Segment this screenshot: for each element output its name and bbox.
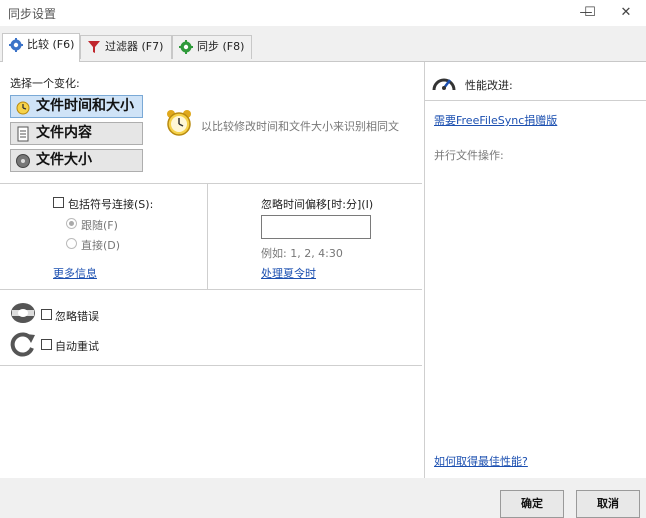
tab-bar: 比较 (F6) 过滤器 (F7) 同步 (F8)	[0, 33, 646, 62]
auto-retry-checkbox[interactable]	[41, 339, 52, 350]
time-shift-example: 例如: 1, 2, 4:30	[261, 247, 343, 260]
auto-retry-icon	[10, 332, 35, 357]
variant-time-size-label: 文件时间和大小	[36, 98, 134, 114]
time-shift-input[interactable]	[261, 215, 371, 239]
parallel-operations-label: 并行文件操作:	[434, 149, 504, 162]
divider	[0, 365, 422, 366]
performance-panel: 性能改进: 需要FreeFileSync捐赠版 并行文件操作: 如何取得最佳性能…	[424, 62, 646, 479]
button-bar: 确定 取消	[0, 478, 646, 518]
divider	[207, 183, 208, 289]
ignore-errors-label: 忽略错误	[55, 310, 99, 323]
more-info-link[interactable]: 更多信息	[53, 265, 97, 281]
tab-compare-label: 比较 (F6)	[27, 38, 75, 51]
ignore-errors-icon	[11, 303, 35, 323]
variant-size-label: 文件大小	[36, 152, 92, 168]
symlink-label: 包括符号连接(S):	[68, 198, 154, 211]
filter-icon	[88, 41, 100, 53]
donation-edition-link[interactable]: 需要FreeFileSync捐赠版	[434, 112, 557, 128]
time-shift-label: 忽略时间偏移[时:分](I)	[261, 198, 374, 211]
ignore-errors-checkbox[interactable]	[41, 309, 52, 320]
alarm-clock-icon	[167, 110, 191, 136]
dst-link[interactable]: 处理夏令时	[261, 265, 316, 281]
document-icon	[17, 126, 29, 142]
title-bar: 同步设置 — ☐ ✕	[0, 0, 646, 26]
tab-sync[interactable]: 同步 (F8)	[172, 35, 252, 59]
window-title: 同步设置	[8, 7, 57, 21]
divider	[425, 100, 646, 101]
tab-filter[interactable]: 过滤器 (F7)	[80, 35, 172, 59]
speedometer-icon	[432, 78, 456, 91]
best-performance-link[interactable]: 如何取得最佳性能?	[434, 453, 528, 469]
variant-content-button[interactable]: 文件内容	[10, 122, 143, 145]
direct-radio[interactable]	[66, 238, 77, 249]
variant-content-label: 文件内容	[36, 125, 92, 141]
variant-size-button[interactable]: 文件大小	[10, 149, 143, 172]
tab-compare[interactable]: 比较 (F6)	[2, 33, 80, 62]
divider	[0, 289, 422, 290]
compare-settings: 选择一个变化: 文件时间和大小 文件内容 文件大小 以比较修改时间和文件大小来识…	[0, 62, 422, 479]
close-button[interactable]: ✕	[606, 0, 646, 26]
ok-button[interactable]: 确定	[500, 490, 564, 518]
disk-icon	[16, 154, 30, 168]
variant-heading: 选择一个变化:	[10, 77, 80, 90]
follow-label: 跟随(F)	[81, 219, 118, 232]
divider	[0, 183, 422, 184]
symlink-checkbox[interactable]	[53, 197, 64, 208]
follow-radio[interactable]	[66, 218, 77, 229]
performance-heading: 性能改进:	[465, 79, 513, 92]
gear-green-icon	[179, 40, 193, 54]
cancel-button[interactable]: 取消	[576, 490, 640, 518]
auto-retry-label: 自动重试	[55, 340, 99, 353]
tab-filter-label: 过滤器 (F7)	[105, 40, 164, 53]
gear-blue-icon	[9, 38, 23, 52]
direct-label: 直接(D)	[81, 239, 121, 252]
maximize-button[interactable]: ☐	[570, 0, 610, 26]
clock-icon	[16, 101, 30, 115]
tab-sync-label: 同步 (F8)	[197, 40, 245, 53]
compare-panel: 选择一个变化: 文件时间和大小 文件内容 文件大小 以比较修改时间和文件大小来识…	[0, 61, 646, 479]
variant-description: 以比较修改时间和文件大小来识别相同文	[201, 120, 399, 133]
variant-time-size-button[interactable]: 文件时间和大小	[10, 95, 143, 118]
